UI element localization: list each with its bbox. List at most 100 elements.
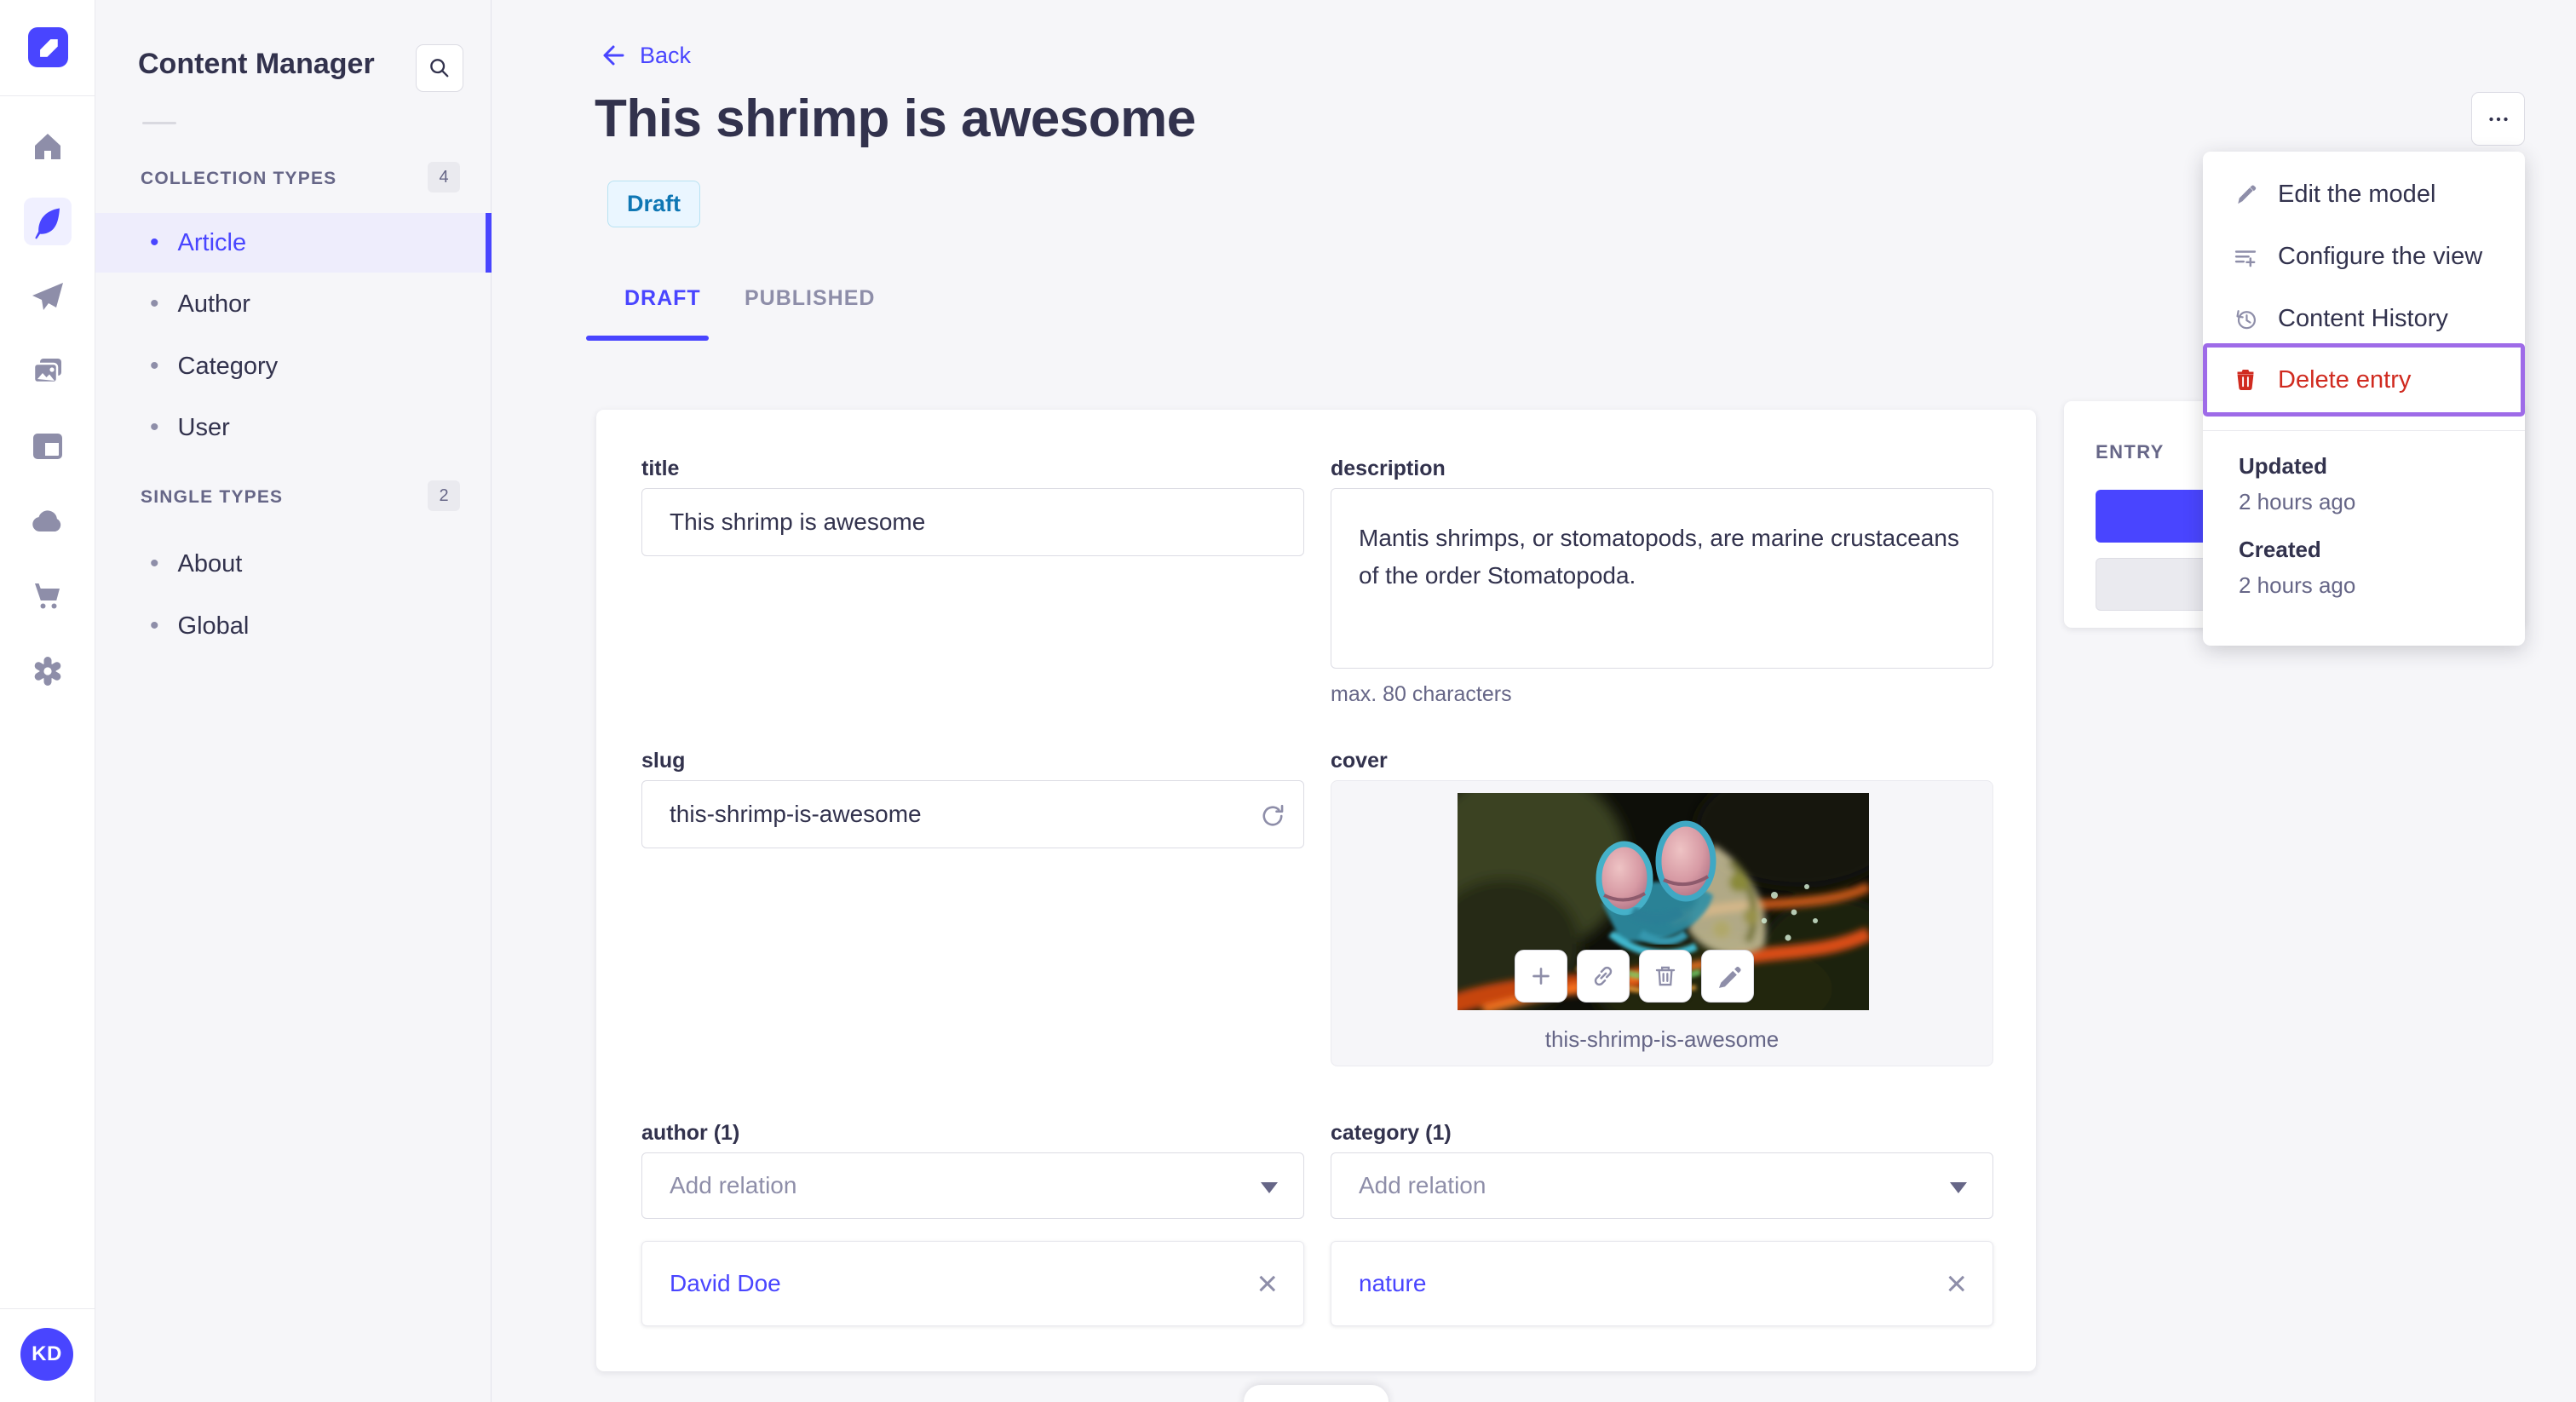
menu-item-label: Configure the view — [2278, 243, 2483, 270]
menu-item-edit-model[interactable]: Edit the model — [2203, 164, 2525, 226]
sidebar-item-label: Category — [177, 352, 279, 380]
menu-item-content-history[interactable]: Content History — [2203, 288, 2525, 350]
sidebar-item-label: Author — [177, 290, 250, 318]
add-media-button[interactable] — [1515, 950, 1567, 1003]
section-single-types: SINGLE TYPES — [141, 487, 284, 507]
cover-field-label: cover — [1331, 749, 1388, 773]
trash-icon — [2232, 366, 2259, 394]
updated-value: 2 hours ago — [2239, 489, 2356, 514]
entry-panel-title: ENTRY — [2096, 441, 2165, 463]
relation-link[interactable]: David Doe — [670, 1270, 781, 1297]
marketplace-icon — [29, 577, 66, 615]
combobox-placeholder: Add relation — [670, 1172, 797, 1198]
link-icon — [1589, 962, 1618, 991]
active-tab-indicator — [586, 336, 709, 341]
page-title: This shrimp is awesome — [595, 89, 1196, 148]
search-button[interactable] — [416, 44, 463, 92]
sidebar-item-label: User — [177, 413, 230, 441]
sidebar-item-about[interactable]: • About — [95, 534, 492, 594]
cover-filename: this-shrimp-is-awesome — [1544, 1026, 1780, 1052]
title-input[interactable] — [641, 488, 1304, 556]
sidebar-item-settings[interactable] — [24, 647, 72, 695]
sidebar-title: Content Manager — [138, 48, 375, 80]
divider — [2203, 430, 2525, 431]
description-textarea[interactable]: Mantis shrimps, or stomatopods, are mari… — [1331, 488, 1993, 669]
menu-item-label: Content History — [2278, 305, 2448, 332]
tab-draft[interactable]: DRAFT — [624, 286, 701, 311]
sidebar-item-releases[interactable] — [24, 273, 72, 320]
created-label: Created — [2239, 537, 2321, 562]
sidebar-item-global[interactable]: • Global — [95, 596, 492, 656]
author-relation-combobox[interactable]: Add relation — [641, 1152, 1304, 1219]
more-horizontal-icon — [2484, 105, 2513, 134]
bottom-panel-toggle[interactable] — [1244, 1385, 1389, 1402]
divider — [0, 1308, 95, 1309]
chevron-down-icon — [1950, 1182, 1967, 1193]
sidebar-item-label: Global — [177, 612, 250, 640]
remove-relation-icon[interactable]: × — [1946, 1266, 1967, 1301]
content-manager-icon — [29, 203, 66, 240]
menu-item-label: Delete entry — [2278, 365, 2412, 394]
cover-media-card: this-shrimp-is-awesome — [1331, 780, 1993, 1066]
collection-types-count-badge: 4 — [428, 162, 460, 192]
edit-media-button[interactable] — [1701, 950, 1754, 1003]
more-options-button[interactable] — [2471, 92, 2525, 146]
strapi-logo — [28, 27, 68, 67]
media-library-icon — [29, 353, 66, 390]
regenerate-slug-button[interactable] — [1254, 797, 1291, 835]
menu-item-delete-entry[interactable]: Delete entry — [2203, 343, 2525, 417]
author-field-label: author (1) — [641, 1121, 740, 1145]
relation-link[interactable]: nature — [1359, 1270, 1426, 1297]
sidebar-item-category[interactable]: • Category — [95, 336, 492, 396]
edit-form-card: title description Mantis shrimps, or sto… — [596, 410, 2036, 1371]
section-collection-types: COLLECTION TYPES — [141, 169, 337, 188]
sidebar-item-author[interactable]: • Author — [95, 274, 492, 334]
entry-options-menu: Edit the model Configure the view Conten… — [2203, 152, 2525, 646]
sidebar-item-marketplace[interactable] — [24, 572, 72, 620]
content-manager-sidebar: Content Manager COLLECTION TYPES 4 • Art… — [95, 0, 492, 1402]
back-label: Back — [640, 42, 692, 68]
divider — [0, 95, 95, 96]
user-avatar[interactable]: KD — [20, 1328, 73, 1381]
sidebar-item-home[interactable] — [24, 123, 72, 170]
tab-published[interactable]: PUBLISHED — [745, 286, 875, 311]
history-clock-icon — [2232, 306, 2259, 333]
sidebar-item-deploy[interactable] — [24, 497, 72, 545]
combobox-placeholder: Add relation — [1359, 1172, 1486, 1198]
back-link[interactable]: Back — [599, 41, 691, 70]
releases-icon — [29, 278, 66, 315]
chevron-down-icon — [1261, 1182, 1278, 1193]
copy-link-button[interactable] — [1577, 950, 1630, 1003]
entry-meta: Updated 2 hours ago Created 2 hours ago — [2239, 448, 2355, 603]
slug-input[interactable] — [641, 780, 1304, 848]
configure-list-icon — [2232, 244, 2259, 271]
content-type-builder-icon — [29, 428, 66, 465]
plus-icon — [1527, 962, 1555, 991]
sidebar-item-user[interactable]: • User — [95, 398, 492, 457]
sidebar-item-content-manager[interactable] — [24, 198, 72, 245]
trash-icon — [1651, 962, 1680, 991]
menu-item-configure-view[interactable]: Configure the view — [2203, 226, 2525, 288]
main-content: Back This shrimp is awesome Draft DRAFT … — [492, 0, 2576, 1402]
category-relation-combobox[interactable]: Add relation — [1331, 1152, 1993, 1219]
avatar-initials: KD — [32, 1342, 62, 1365]
sidebar-item-content-type-builder[interactable] — [24, 422, 72, 470]
strapi-admin-app: KD Content Manager COLLECTION TYPES 4 • … — [0, 0, 2576, 1402]
delete-media-button[interactable] — [1639, 950, 1692, 1003]
cover-action-toolbar — [1515, 950, 1754, 1003]
pencil-icon — [2232, 181, 2259, 209]
remove-relation-icon[interactable]: × — [1256, 1266, 1278, 1301]
description-hint: max. 80 characters — [1331, 682, 1512, 706]
deploy-cloud-icon — [29, 503, 66, 540]
home-icon — [29, 128, 66, 165]
slug-field-label: slug — [641, 749, 686, 773]
description-field-label: description — [1331, 457, 1446, 480]
menu-item-label: Edit the model — [2278, 181, 2436, 208]
sidebar-item-label: About — [177, 549, 243, 577]
refresh-icon — [1257, 801, 1288, 831]
sidebar-item-article[interactable]: • Article — [95, 213, 492, 273]
sidebar-item-label: Article — [177, 228, 247, 256]
arrow-left-icon — [599, 41, 628, 70]
sidebar-item-media-library[interactable] — [24, 348, 72, 395]
title-field-label: title — [641, 457, 680, 480]
